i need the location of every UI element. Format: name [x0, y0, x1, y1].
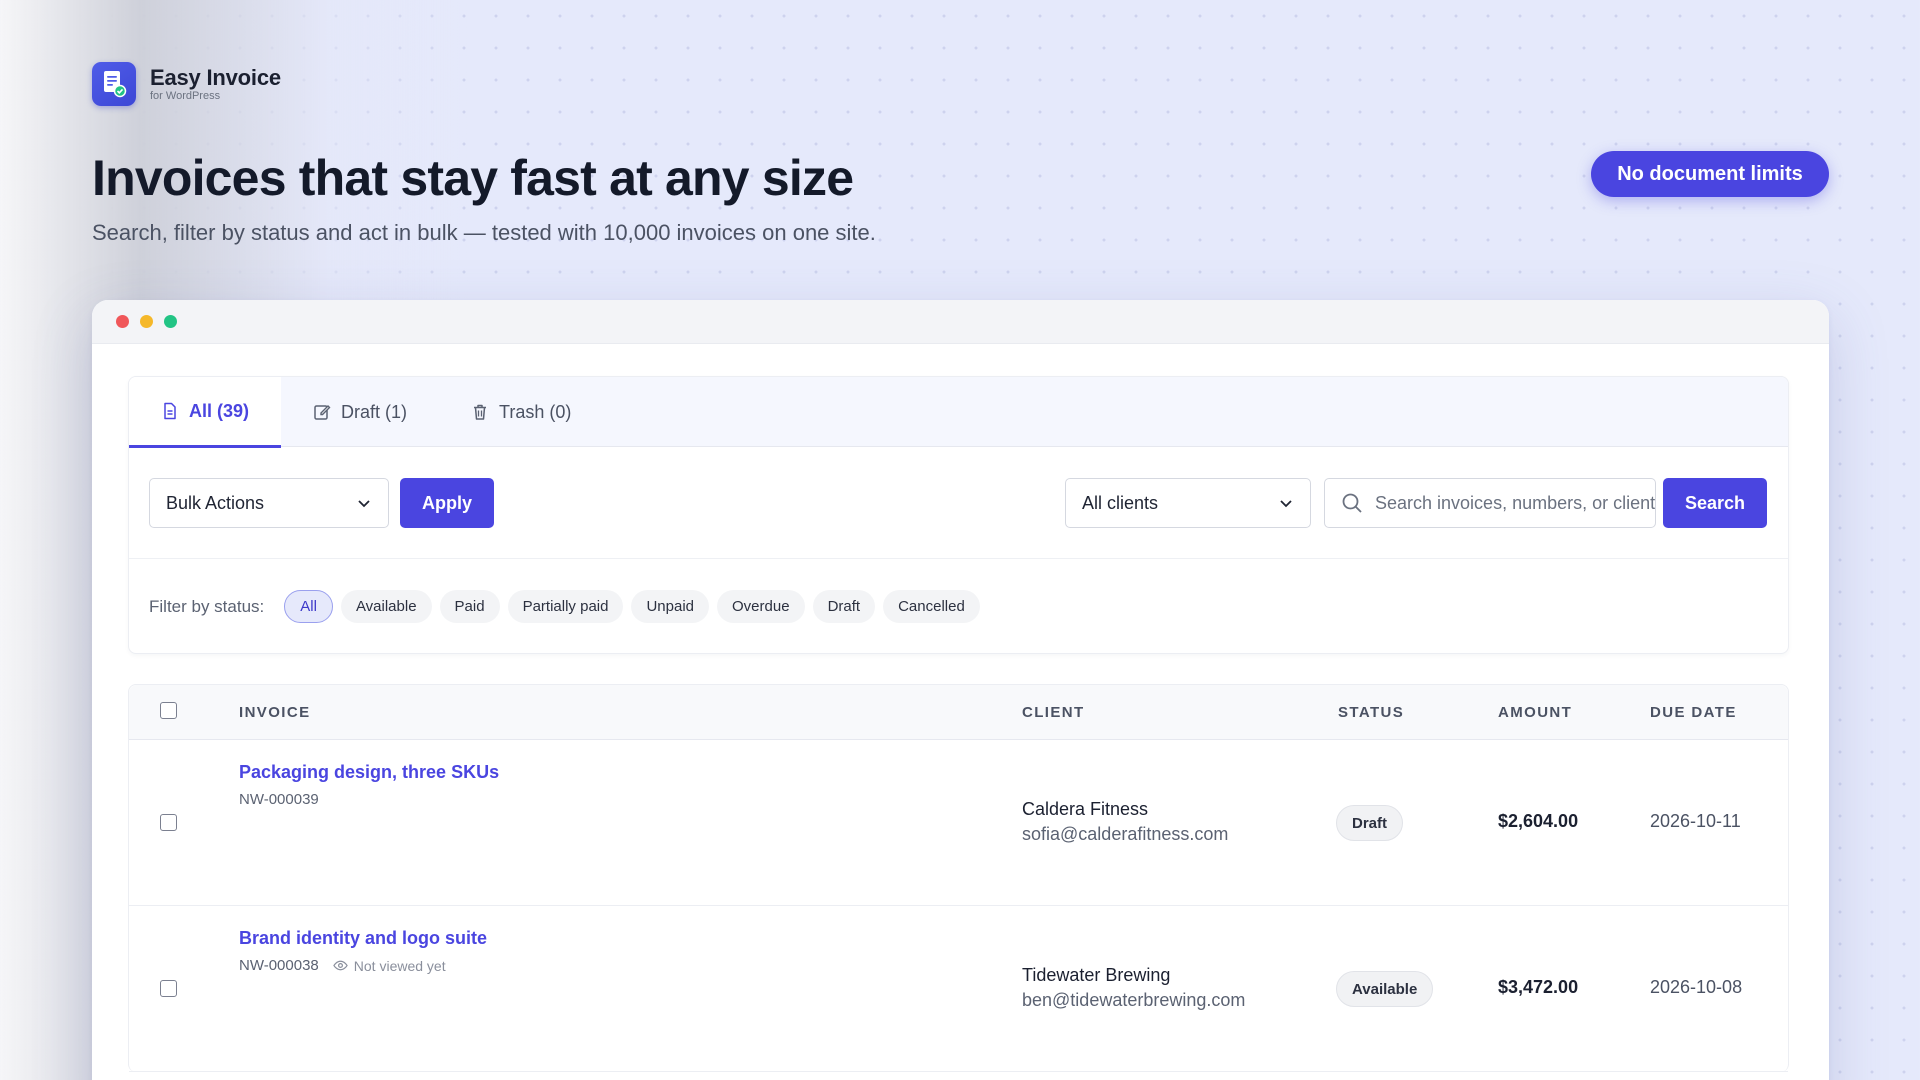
- client-filter-select[interactable]: All clients: [1065, 478, 1311, 528]
- edit-icon: [314, 405, 331, 420]
- search-input[interactable]: [1375, 492, 1655, 514]
- column-client[interactable]: CLIENT: [1022, 685, 1085, 740]
- client-name: Caldera Fitness: [1022, 799, 1149, 819]
- filter-chip-draft[interactable]: Draft: [812, 590, 876, 623]
- invoice-number: NW-000039: [239, 791, 319, 808]
- search-button[interactable]: Search: [1663, 478, 1767, 528]
- hero-title: Invoices that stay fast at any size: [92, 150, 854, 206]
- invoice-title-link[interactable]: Brand identity and logo suite: [239, 928, 487, 949]
- search-icon: [1342, 493, 1362, 513]
- view-status: Not viewed yet: [333, 958, 446, 974]
- filter-chip-overdue[interactable]: Overdue: [717, 590, 805, 623]
- invoice-table: INVOICE CLIENT STATUS AMOUNT DUE DATE Pa…: [128, 684, 1789, 1072]
- table-row: Packaging design, three SKUs NW-000039 C…: [129, 740, 1788, 906]
- invoice-title-link[interactable]: Packaging design, three SKUs: [239, 762, 499, 783]
- filter-panel: All (39) Draft (1) Trash (0) Bulk Action…: [128, 376, 1789, 654]
- client-name: Tidewater Brewing: [1022, 965, 1171, 985]
- app-window: All (39) Draft (1) Trash (0) Bulk Action…: [92, 300, 1829, 1080]
- tab-trash-label: Trash (0): [499, 401, 572, 422]
- tab-draft-label: Draft (1): [341, 401, 408, 422]
- invoice-due-date: 2026-10-08: [1650, 977, 1743, 997]
- invoice-logo-icon: [92, 62, 136, 106]
- close-window-dot[interactable]: [116, 315, 129, 328]
- status-badge: Draft: [1336, 805, 1404, 841]
- filter-chip-available[interactable]: Available: [340, 590, 432, 623]
- filter-chip-cancelled[interactable]: Cancelled: [883, 590, 980, 623]
- view-status-label: Not viewed yet: [353, 957, 446, 974]
- toolbar: Bulk Actions Apply All clients Search: [129, 447, 1788, 559]
- invoice-number: NW-000038: [239, 957, 319, 974]
- bulk-actions-value: Bulk Actions: [166, 492, 265, 513]
- tab-bar: All (39) Draft (1) Trash (0): [129, 377, 1788, 448]
- chevron-down-icon: [1280, 500, 1292, 508]
- minimize-window-dot[interactable]: [140, 315, 153, 328]
- trash-icon: [474, 404, 487, 420]
- row-checkbox[interactable]: [160, 814, 177, 831]
- invoice-amount: $3,472.00: [1498, 977, 1579, 997]
- client-filter-value: All clients: [1082, 492, 1159, 513]
- tab-trash[interactable]: Trash (0): [439, 377, 603, 447]
- apply-button[interactable]: Apply: [400, 478, 494, 528]
- eye-icon: [333, 960, 348, 971]
- brand-subtitle: for WordPress: [150, 90, 221, 102]
- maximize-window-dot[interactable]: [164, 315, 177, 328]
- brand-name: Easy Invoice: [150, 65, 281, 90]
- document-icon: [164, 402, 176, 420]
- tab-all[interactable]: All (39): [129, 377, 282, 448]
- select-all-checkbox[interactable]: [160, 702, 177, 719]
- client-email: sofia@calderafitness.com: [1022, 824, 1229, 844]
- filter-chip-partially-paid[interactable]: Partially paid: [507, 590, 624, 623]
- bulk-actions-select[interactable]: Bulk Actions: [149, 478, 389, 528]
- no-limits-badge: No document limits: [1591, 151, 1829, 197]
- status-badge: Available: [1336, 971, 1434, 1007]
- invoice-due-date: 2026-10-11: [1650, 811, 1741, 831]
- column-invoice[interactable]: INVOICE: [239, 685, 310, 740]
- invoice-amount: $2,604.00: [1498, 811, 1579, 831]
- window-titlebar: [92, 300, 1829, 344]
- tab-all-label: All (39): [189, 400, 250, 421]
- column-status[interactable]: STATUS: [1338, 685, 1404, 740]
- brand: Easy Invoice for WordPress: [92, 62, 281, 106]
- row-checkbox[interactable]: [160, 980, 177, 997]
- filter-chip-all[interactable]: All: [284, 590, 333, 623]
- filter-label: Filter by status:: [149, 596, 265, 616]
- search-field[interactable]: [1324, 478, 1656, 528]
- table-row: Brand identity and logo suite NW-000038 …: [129, 906, 1788, 1072]
- filter-chip-paid[interactable]: Paid: [439, 590, 500, 623]
- table-header: INVOICE CLIENT STATUS AMOUNT DUE DATE: [129, 685, 1788, 740]
- filter-chip-unpaid[interactable]: Unpaid: [631, 590, 710, 623]
- column-due-date[interactable]: DUE DATE: [1650, 685, 1737, 740]
- status-filter-bar: Filter by status: All Available Paid Par…: [129, 559, 1788, 653]
- client-email: ben@tidewaterbrewing.com: [1022, 990, 1246, 1010]
- hero-subtitle: Search, filter by status and act in bulk…: [92, 220, 876, 245]
- chevron-down-icon: [358, 500, 370, 508]
- tab-draft[interactable]: Draft (1): [281, 377, 439, 447]
- column-amount[interactable]: AMOUNT: [1498, 685, 1572, 740]
